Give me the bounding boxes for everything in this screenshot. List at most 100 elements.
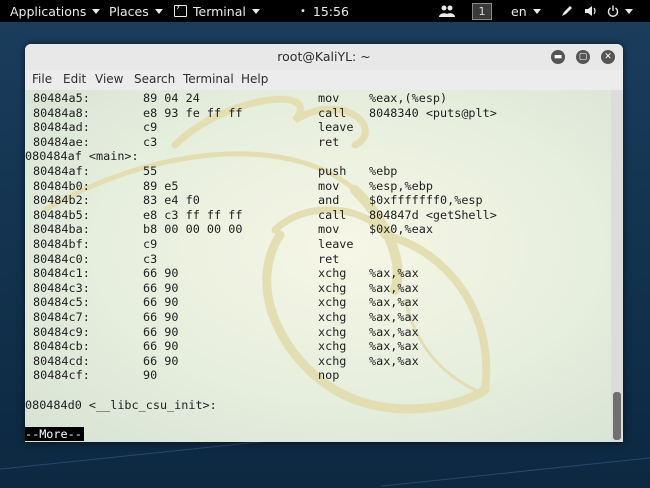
disassembly-line: 80484c9: 66 90 xchg %ax,%ax xyxy=(25,325,611,339)
opcode-bytes: 83 e4 f0 xyxy=(143,193,200,208)
menu-bar: File Edit View Search Terminal Help xyxy=(25,70,623,90)
chevron-down-icon xyxy=(154,8,163,14)
address: 80484c0: xyxy=(33,251,90,266)
address: 80484b0: xyxy=(33,178,90,193)
desktop-streak xyxy=(0,439,280,472)
people-icon[interactable] xyxy=(439,0,455,22)
language-label: en xyxy=(511,3,527,19)
mnemonic: xchg xyxy=(318,324,347,339)
maximize-button[interactable]: ▢ xyxy=(576,50,590,64)
operands: $0xfffffff0,%esp xyxy=(369,193,483,208)
window-title: root@KaliYL: ~ xyxy=(277,49,371,64)
terminal-icon xyxy=(174,2,187,17)
mnemonic: leave xyxy=(318,237,354,251)
disassembly-line: 80484b2: 83 e4 f0 and $0xfffffff0,%esp xyxy=(25,193,611,207)
disassembly-line: 80484a5: 89 04 24 mov %eax,(%esp) xyxy=(25,91,611,105)
opcode-bytes: c9 xyxy=(143,237,158,251)
chevron-down-icon xyxy=(92,8,101,14)
operands: %ebp xyxy=(369,164,398,178)
disassembly-line: 80484c7: 66 90 xchg %ax,%ax xyxy=(25,310,611,324)
opcode-bytes: 89 e5 xyxy=(143,178,179,193)
opcode-bytes: 66 90 xyxy=(143,310,179,324)
disassembly-line: 80484cb: 66 90 xchg %ax,%ax xyxy=(25,339,611,353)
operands: 8048340 <puts@plt> xyxy=(369,105,497,120)
address: 80484cb: xyxy=(33,339,90,354)
address: 80484c1: xyxy=(33,266,90,281)
address: 80484a8: xyxy=(33,105,90,120)
section-label-line xyxy=(25,383,611,397)
scrollbar[interactable] xyxy=(611,90,623,442)
close-button[interactable]: ✕ xyxy=(601,50,615,64)
operands: %ax,%ax xyxy=(369,339,419,354)
language-menu[interactable]: en xyxy=(511,0,541,22)
disassembly-line: 80484c1: 66 90 xchg %ax,%ax xyxy=(25,266,611,280)
opcode-bytes: 66 90 xyxy=(143,339,179,354)
places-label: Places xyxy=(109,3,149,19)
opcode-bytes: 66 90 xyxy=(143,353,179,368)
terminal-app-menu[interactable]: Terminal xyxy=(174,0,260,22)
pen-icon[interactable] xyxy=(561,0,573,22)
workspace-switcher[interactable]: 1 xyxy=(472,0,492,22)
top-panel: Applications Places Terminal • 15:56 1 en xyxy=(0,0,650,22)
operands: %ax,%ax xyxy=(369,353,419,368)
mnemonic: call xyxy=(318,207,347,222)
applications-menu[interactable]: Applications xyxy=(10,0,101,22)
opcode-bytes: 55 xyxy=(143,164,158,178)
mnemonic: call xyxy=(318,105,347,120)
clock-label: 15:56 xyxy=(312,3,349,19)
volume-icon[interactable] xyxy=(584,0,598,22)
mnemonic: mov xyxy=(318,222,340,237)
address: 80484af: xyxy=(33,164,90,178)
pager-more-prompt: --More-- xyxy=(25,427,84,441)
disassembly-line: 80484ad: c9 leave xyxy=(25,120,611,134)
disassembly-line: 80484c3: 66 90 xchg %ax,%ax xyxy=(25,281,611,295)
address: 80484bf: xyxy=(33,237,90,251)
operands: %ax,%ax xyxy=(369,324,419,339)
minimize-button[interactable]: ▬ xyxy=(551,50,565,64)
disassembly-line: 80484ae: c3 ret xyxy=(25,135,611,149)
disassembly-line: 80484b0: 89 e5 mov %esp,%ebp xyxy=(25,179,611,193)
terminal-output[interactable]: 80484a5: 89 04 24 mov %eax,(%esp) 80484a8: e8… xyxy=(25,90,611,442)
mnemonic: xchg xyxy=(318,339,347,354)
title-bar[interactable]: root@KaliYL: ~ ▬ ▢ ✕ xyxy=(25,44,623,70)
operands: %esp,%ebp xyxy=(369,178,433,193)
minimize-icon: ▬ xyxy=(553,51,563,62)
operands: %ax,%ax xyxy=(369,295,419,310)
power-icon[interactable] xyxy=(607,0,633,22)
function-label: 080484d0 <__libc_csu_init>: xyxy=(25,397,217,412)
mnemonic: xchg xyxy=(318,310,347,324)
address: 80484ae: xyxy=(33,134,90,149)
workspace-number: 1 xyxy=(472,2,492,20)
opcode-bytes: b8 00 00 00 00 xyxy=(143,222,243,237)
address: 80484b2: xyxy=(33,193,90,208)
menu-edit[interactable]: Edit xyxy=(63,72,86,86)
address: 80484ad: xyxy=(33,120,90,135)
menu-file[interactable]: File xyxy=(32,72,52,86)
disassembly-line: 80484af: 55 push %ebp xyxy=(25,164,611,178)
applications-label: Applications xyxy=(10,3,87,19)
places-menu[interactable]: Places xyxy=(109,0,163,22)
scrollbar-thumb[interactable] xyxy=(613,392,621,440)
mnemonic: ret xyxy=(318,134,340,149)
function-label: 080484af <main>: xyxy=(25,149,139,164)
operands: %eax,(%esp) xyxy=(369,91,448,105)
menu-search[interactable]: Search xyxy=(134,72,175,86)
address: 80484cf: xyxy=(33,368,90,383)
operands: $0x0,%eax xyxy=(369,222,433,237)
clock[interactable]: • 15:56 xyxy=(300,0,349,22)
disassembly-line: 80484c0: c3 ret xyxy=(25,252,611,266)
menu-terminal[interactable]: Terminal xyxy=(183,72,234,86)
menu-help[interactable]: Help xyxy=(241,72,268,86)
section-label-line: 080484d0 <__libc_csu_init>: xyxy=(25,398,611,412)
opcode-bytes: e8 c3 ff ff ff xyxy=(143,207,243,222)
disassembly-line: 80484bf: c9 leave xyxy=(25,237,611,251)
chevron-down-icon xyxy=(251,8,260,14)
terminal-label: Terminal xyxy=(193,3,246,19)
menu-view[interactable]: View xyxy=(95,72,123,86)
maximize-icon: ▢ xyxy=(578,51,588,62)
opcode-bytes: c3 xyxy=(143,251,158,266)
disassembly-line: 80484c5: 66 90 xchg %ax,%ax xyxy=(25,295,611,309)
disassembly-line: 80484b5: e8 c3 ff ff ff call 804847d <getSh… xyxy=(25,208,611,222)
mnemonic: xchg xyxy=(318,266,347,281)
mnemonic: push xyxy=(318,164,347,178)
